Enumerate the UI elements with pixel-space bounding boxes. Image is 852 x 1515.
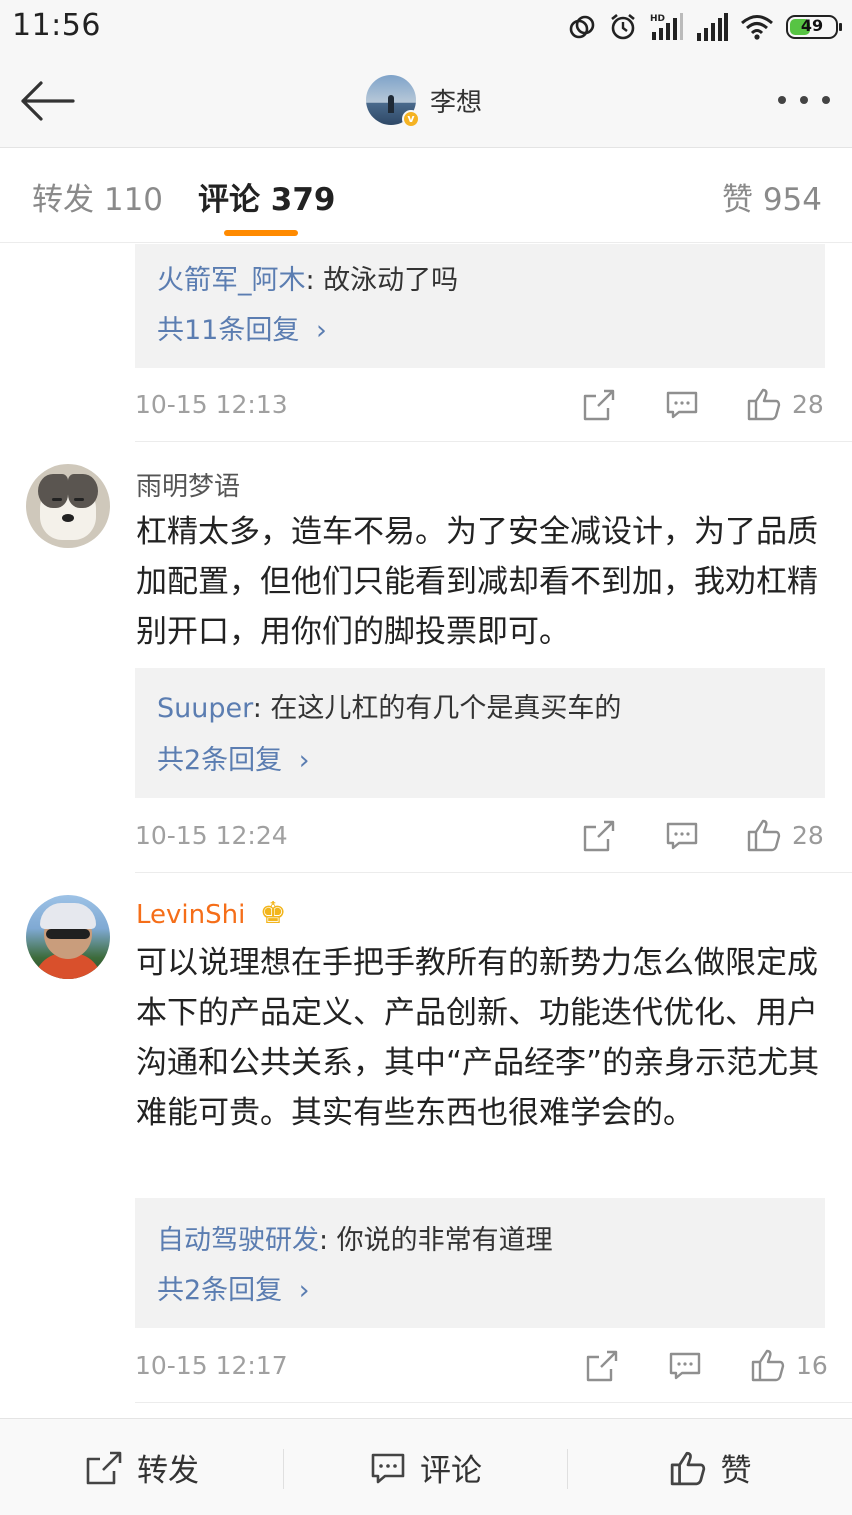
reply-text: : 在这儿杠的有几个是真买车的 <box>252 693 622 724</box>
thumbs-up-icon <box>670 1451 705 1485</box>
chevron-right-icon: › <box>298 1275 310 1306</box>
svg-text:HD: HD <box>650 14 665 24</box>
wifi-icon <box>741 15 773 40</box>
signal-icon <box>697 13 728 41</box>
arrow-left-icon <box>21 81 75 121</box>
like-button[interactable]: 28 <box>746 386 824 422</box>
reply-text: : 故泳动了吗 <box>305 265 459 296</box>
divider <box>135 872 852 873</box>
reply-username[interactable]: 自动驾驶研发 <box>157 1225 319 1256</box>
reply-line: Suuper: 在这儿杠的有几个是真买车的 <box>157 686 621 725</box>
comment-username-label: LevinShi <box>136 900 246 930</box>
share-button[interactable] <box>582 388 616 422</box>
battery-level: 49 <box>800 16 824 35</box>
nav-title: 李想 <box>430 87 483 118</box>
share-button[interactable] <box>585 1349 619 1383</box>
reply-count-label: 共11条回复 <box>157 315 300 346</box>
avatar[interactable] <box>26 895 110 979</box>
status-icons: HD 49 <box>568 10 842 44</box>
share-icon <box>583 389 615 421</box>
back-button[interactable] <box>14 74 80 128</box>
divider <box>135 1402 852 1403</box>
repost-button[interactable]: 转发 <box>0 1419 284 1515</box>
more-button[interactable] <box>778 90 830 110</box>
thumbs-up-icon <box>751 1349 785 1382</box>
avatar[interactable] <box>26 464 110 548</box>
nav-user[interactable]: 李想 <box>366 74 482 126</box>
like-count: 28 <box>792 389 824 419</box>
tab-repost[interactable]: 转发 110 <box>32 174 163 219</box>
comment-icon <box>669 1352 701 1380</box>
tab-bar: 转发 110 评论 379 赞 954 <box>0 148 852 243</box>
comment-username[interactable]: LevinShi ♚ <box>136 896 287 931</box>
tab-indicator <box>224 230 298 236</box>
reply-button[interactable] <box>668 1349 702 1383</box>
tab-comments[interactable]: 评论 379 <box>198 174 336 219</box>
reply-line: 自动驾驶研发: 你说的非常有道理 <box>157 1218 553 1257</box>
chevron-right-icon: › <box>298 745 310 776</box>
comment-label: 评论 <box>420 1453 482 1489</box>
share-icon <box>583 820 615 852</box>
tab-likes[interactable]: 赞 954 <box>722 174 822 219</box>
chevron-right-icon: › <box>315 315 327 346</box>
comment-time: 10-15 12:17 <box>135 1351 288 1380</box>
hd-signal-icon: HD <box>650 13 683 40</box>
share-button[interactable] <box>582 819 616 853</box>
comment-feed[interactable]: 火箭军_阿木: 故泳动了吗 共11条回复 › 10-15 12:13 28 雨明… <box>0 244 852 1418</box>
reply-text: : 你说的非常有道理 <box>319 1225 553 1256</box>
status-time: 11:56 <box>12 8 101 43</box>
reply-count-label: 共2条回复 <box>157 1275 283 1306</box>
crown-icon: ♚ <box>259 896 287 931</box>
comment-icon <box>371 1453 405 1483</box>
comment-time: 10-15 12:24 <box>135 821 288 850</box>
comment-button[interactable]: 评论 <box>284 1419 568 1515</box>
comment-icon <box>666 391 698 419</box>
reply-box[interactable]: 火箭军_阿木: 故泳动了吗 共11条回复 › <box>135 244 825 368</box>
reply-username[interactable]: Suuper <box>157 693 253 724</box>
like-button[interactable]: 赞 <box>568 1419 852 1515</box>
like-count: 28 <box>792 820 824 850</box>
reply-button[interactable] <box>665 388 699 422</box>
reply-line: 火箭军_阿木: 故泳动了吗 <box>157 258 458 297</box>
reply-box[interactable]: Suuper: 在这儿杠的有几个是真买车的 共2条回复 › <box>135 668 825 798</box>
reply-box[interactable]: 自动驾驶研发: 你说的非常有道理 共2条回复 › <box>135 1198 825 1328</box>
like-button[interactable]: 16 <box>750 1347 828 1383</box>
like-button[interactable]: 28 <box>746 817 824 853</box>
reply-count-link[interactable]: 共2条回复 › <box>157 1268 310 1307</box>
comment-icon <box>666 822 698 850</box>
like-count: 16 <box>796 1350 828 1380</box>
link-icon <box>569 15 595 39</box>
like-label: 赞 <box>720 1453 752 1489</box>
verified-badge-icon: v <box>402 110 420 128</box>
comment-text: 可以说理想在手把手教所有的新势力怎么做限定成本下的产品定义、产品创新、功能迭代优… <box>136 945 820 1131</box>
repost-label: 转发 <box>137 1453 199 1489</box>
reply-count-link[interactable]: 共11条回复 › <box>157 308 327 347</box>
share-icon <box>86 1451 122 1484</box>
reply-count-label: 共2条回复 <box>157 745 283 776</box>
status-bar: 11:56 HD 49 <box>0 0 852 54</box>
comment-time: 10-15 12:13 <box>135 390 288 419</box>
reply-button[interactable] <box>665 819 699 853</box>
thumbs-up-icon <box>747 819 781 852</box>
alarm-icon <box>611 13 635 40</box>
share-icon <box>586 1350 618 1382</box>
battery-icon: 49 <box>786 15 842 39</box>
comment-text: 杠精太多，造车不易。为了安全减设计，为了品质加配置，但他们只能看到减却看不到加，… <box>136 514 818 650</box>
reply-count-link[interactable]: 共2条回复 › <box>157 738 310 777</box>
battery-cap <box>839 23 842 31</box>
thumbs-up-icon <box>747 388 781 421</box>
bottom-action-bar: 转发 评论 赞 <box>0 1418 852 1515</box>
reply-username[interactable]: 火箭军_阿木 <box>157 265 306 296</box>
nav-bar: 李想 <box>0 54 852 148</box>
comment-username[interactable]: 雨明梦语 <box>136 466 240 503</box>
divider <box>135 441 852 442</box>
